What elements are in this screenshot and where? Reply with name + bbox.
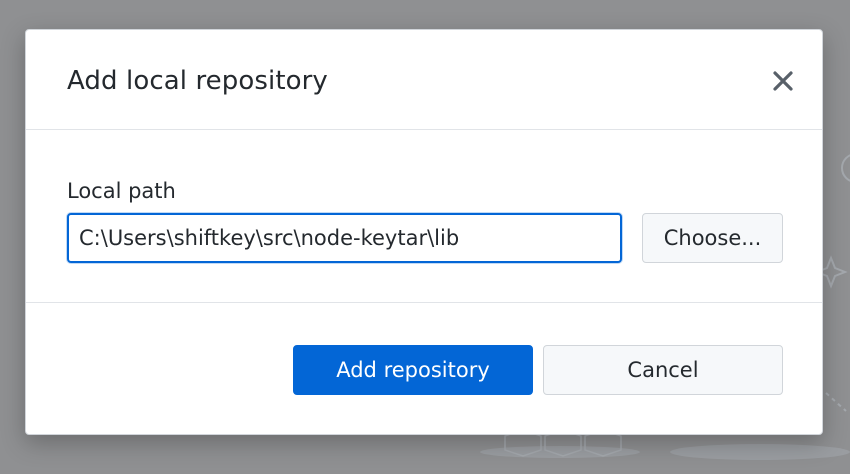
close-button[interactable] (766, 64, 800, 98)
cancel-button[interactable]: Cancel (543, 345, 783, 395)
local-path-label: Local path (67, 179, 176, 203)
add-local-repository-dialog: Add local repository Local path Choose..… (25, 29, 823, 435)
dialog-header: Add local repository (26, 30, 822, 130)
choose-button[interactable]: Choose... (642, 213, 783, 263)
add-repository-button[interactable]: Add repository (293, 345, 533, 395)
dialog-title: Add local repository (67, 66, 328, 96)
dialog-body: Local path Choose... (26, 130, 822, 303)
local-path-input[interactable] (67, 213, 622, 263)
close-icon (773, 71, 793, 91)
dialog-footer: Add repository Cancel (26, 303, 822, 436)
